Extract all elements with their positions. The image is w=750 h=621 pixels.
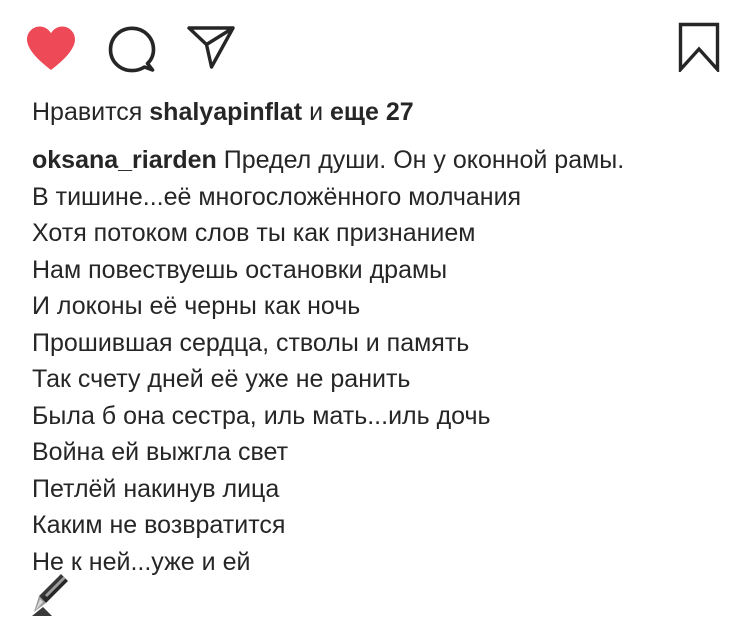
caption-line: Не к ней...уже и ей xyxy=(32,547,251,576)
caption-line: Была б она сестра, иль мать...иль дочь xyxy=(32,401,491,430)
caption-line: Прошившая сердца, стволы и память xyxy=(32,328,470,357)
post-action-bar xyxy=(0,0,750,90)
likes-others-count[interactable]: еще 27 xyxy=(330,98,414,126)
likes-summary[interactable]: Нравится shalyapinflat и еще 27 xyxy=(32,96,414,128)
caption-line: Хотя потоком слов ты как признанием xyxy=(32,219,476,247)
caption-line: Каким не возвратится xyxy=(32,511,286,539)
paper-plane-icon[interactable] xyxy=(186,25,236,70)
heart-filled-icon[interactable] xyxy=(24,24,78,72)
liker-username[interactable]: shalyapinflat xyxy=(149,98,302,126)
caption-line: Петлёй накинув лица xyxy=(32,474,280,503)
fountain-pen-emoji-icon xyxy=(30,572,70,616)
caption-line: И локоны её черны как ночь xyxy=(32,292,361,320)
bookmark-icon[interactable] xyxy=(678,22,720,72)
speech-bubble-icon[interactable] xyxy=(107,24,157,74)
caption-author-username[interactable]: oksana_riarden xyxy=(32,146,217,174)
caption-line: Нам повествуешь остановки драмы xyxy=(32,255,448,284)
likes-joiner: и xyxy=(309,98,324,126)
caption-line-text: Предел души. Он у оконной рамы. xyxy=(223,146,625,174)
post-caption: oksana_riarden Предел души. Он у оконной… xyxy=(32,142,732,580)
caption-line: Так счету дней её уже не ранить xyxy=(32,365,411,393)
caption-line: oksana_riarden Предел души. Он у оконной… xyxy=(32,142,732,179)
caption-line: Война ей выжгла свет xyxy=(32,438,289,466)
caption-line: В тишине...её многосложённого молчания xyxy=(32,182,522,211)
likes-prefix: Нравится xyxy=(32,98,143,126)
